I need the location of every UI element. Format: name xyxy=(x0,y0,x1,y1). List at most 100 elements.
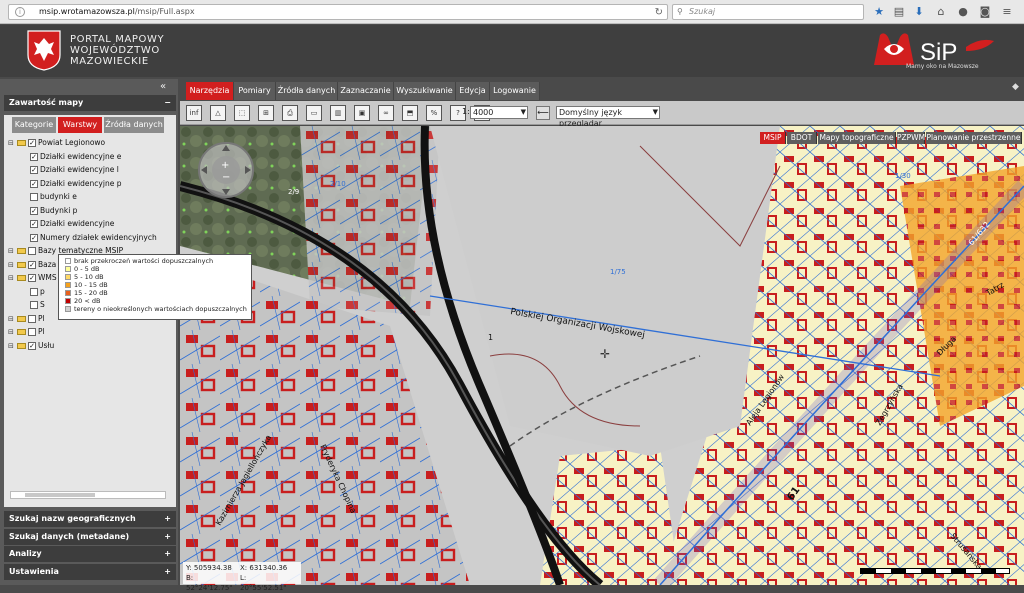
layer-tree-item[interactable]: ⊟ ✓ Baza xyxy=(8,259,56,271)
section-geonames[interactable]: Szukaj nazw geograficznych + xyxy=(4,511,176,527)
contents-header[interactable]: Zawartość mapy − xyxy=(4,95,176,111)
layer-tree-item[interactable]: p xyxy=(30,286,45,298)
layer-checkbox[interactable]: ✓ xyxy=(30,220,38,228)
tab-logowanie[interactable]: Logowanie xyxy=(490,82,540,100)
reading-list-icon[interactable]: ▤ xyxy=(892,5,906,19)
reload-icon[interactable]: ↻ xyxy=(655,6,663,20)
section-ustawienia[interactable]: Ustawienia + xyxy=(4,564,176,580)
layer-tree-item[interactable]: ✓ Działki ewidencyjne l xyxy=(30,164,119,176)
scale-select[interactable]: 4000 ▼ xyxy=(470,106,528,119)
maptab-bdot[interactable]: BDOT xyxy=(787,132,817,144)
layer-label: S xyxy=(40,300,45,309)
zoom-in-box-icon[interactable]: ⊞ xyxy=(258,105,274,121)
expand-toggle-icon[interactable]: ⊟ xyxy=(8,137,16,149)
layer-tree-item[interactable]: ⊟ Pl xyxy=(8,326,45,338)
layer-tree-item[interactable]: ✓ Działki ewidencyjne e xyxy=(30,151,121,163)
pan-zoom-control[interactable]: + − xyxy=(196,140,256,200)
export-icon[interactable]: ▣ xyxy=(354,105,370,121)
collapse-panel-icon[interactable]: « xyxy=(160,81,166,92)
map-canvas[interactable]: Polskiej Organizacji Wojskowej Zegrzyńsk… xyxy=(180,126,1024,585)
layer-tree-item[interactable]: ✓ Działki ewidencyjne xyxy=(30,218,114,230)
percent-icon[interactable]: % xyxy=(426,105,442,121)
tab-pomiary[interactable]: Pomiary xyxy=(234,82,276,100)
expand-icon[interactable]: + xyxy=(164,511,171,527)
pocket-icon[interactable]: ◙ xyxy=(978,5,992,19)
layer-checkbox[interactable]: ✓ xyxy=(28,274,36,282)
tab-narzedzia[interactable]: Narzędzia xyxy=(186,82,234,100)
layer-tree-item[interactable]: ⊟ Pl xyxy=(8,313,45,325)
select-icon[interactable]: ⬒ xyxy=(402,105,418,121)
info-tool-icon[interactable]: inf xyxy=(186,105,202,121)
maptab-planowanie[interactable]: Planowanie przestrzenne xyxy=(926,132,1022,144)
home-icon[interactable]: ⌂ xyxy=(934,5,948,19)
tab-zaznaczanie[interactable]: Zaznaczanie xyxy=(338,82,394,100)
maptab-msip[interactable]: MSIP xyxy=(760,132,786,144)
full-extent-icon[interactable]: ⬚ xyxy=(234,105,250,121)
chat-icon[interactable]: ● xyxy=(956,5,970,19)
layer-checkbox[interactable]: ✓ xyxy=(30,233,38,242)
legend-item: 20 < dB xyxy=(65,297,245,305)
expand-icon[interactable]: + xyxy=(164,546,171,562)
expand-toggle-icon[interactable]: ⊟ xyxy=(8,272,16,284)
section-analizy[interactable]: Analizy + xyxy=(4,546,176,562)
layer-checkbox[interactable] xyxy=(28,247,36,255)
cursor-crosshair-icon: ✛ xyxy=(600,347,610,361)
chart-icon[interactable]: ▥ xyxy=(330,105,346,121)
layer-tree-item[interactable]: ⊟ ✓ Usłu xyxy=(8,340,54,352)
legend-label: 5 - 10 dB xyxy=(74,273,104,281)
layer-tree-item[interactable]: budynki e xyxy=(30,191,77,203)
layer-label: budynki e xyxy=(40,192,77,201)
expand-icon[interactable]: + xyxy=(164,564,171,580)
layer-checkbox[interactable] xyxy=(30,301,38,309)
expand-toggle-icon[interactable]: ⊟ xyxy=(8,313,16,325)
layer-tree-item[interactable]: ⊟ ✓ Powiat Legionowo xyxy=(8,137,105,149)
layer-checkbox[interactable] xyxy=(30,287,38,296)
section-metadata[interactable]: Szukaj danych (metadane) + xyxy=(4,529,176,545)
menu-icon[interactable]: ≡ xyxy=(1000,5,1014,19)
layer-checkbox[interactable]: ✓ xyxy=(30,166,38,174)
subtab-warstwy[interactable]: Warstwy xyxy=(58,117,102,133)
layer-checkbox[interactable]: ✓ xyxy=(28,139,36,147)
layer-checkbox[interactable]: ✓ xyxy=(28,260,36,269)
browser-search-input[interactable]: ⚲ Szukaj xyxy=(672,4,864,20)
layer-tree-item[interactable]: ⊟ ✓ WMS xyxy=(8,272,57,284)
maptab-topo[interactable]: Mapy topograficzne xyxy=(818,132,896,144)
collapse-icon[interactable]: − xyxy=(164,95,171,111)
info-icon[interactable]: i xyxy=(15,7,25,17)
maptab-pzpwm[interactable]: PZPWM xyxy=(897,132,925,144)
layout-icon[interactable]: ▭ xyxy=(306,105,322,121)
link-icon[interactable]: ∞ xyxy=(378,105,394,121)
back-arrow-icon[interactable]: ⟵ xyxy=(536,106,550,120)
expand-toggle-icon[interactable]: ⊟ xyxy=(8,259,16,271)
expand-toggle-icon[interactable]: ⊟ xyxy=(8,340,16,352)
coord-l: L: 20°55'52.51" xyxy=(240,574,287,592)
expand-toggle-icon[interactable]: ⊟ xyxy=(8,326,16,338)
expand-icon[interactable]: + xyxy=(164,529,171,545)
address-bar[interactable]: i msip.wrotamazowsza.pl/msip/Full.aspx ↻ xyxy=(8,4,668,20)
tab-wyszukiwanie[interactable]: Wyszukiwanie xyxy=(394,82,456,100)
horizontal-scrollbar[interactable] xyxy=(10,491,166,499)
layer-checkbox[interactable] xyxy=(30,193,38,201)
layer-checkbox[interactable]: ✓ xyxy=(28,341,36,350)
folder-icon xyxy=(17,248,26,254)
layer-tree-item[interactable]: ✓ Działki ewidencyjne p xyxy=(30,178,121,190)
layer-checkbox[interactable] xyxy=(28,328,36,336)
tab-zrodla-danych[interactable]: Źródła danych xyxy=(276,82,338,100)
language-select[interactable]: Domyślny język przeglądar ▼ xyxy=(556,106,660,128)
layer-checkbox[interactable]: ✓ xyxy=(30,206,38,215)
layer-tree-item[interactable]: ✓ Numery działek ewidencyjnych xyxy=(30,232,157,244)
expand-toggle-icon[interactable]: ⊟ xyxy=(8,245,16,257)
download-icon[interactable]: ⬇ xyxy=(912,5,926,19)
layer-tree-item[interactable]: ✓ Budynki p xyxy=(30,205,77,217)
print-icon[interactable]: ⎙ xyxy=(282,105,298,121)
measure-triangle-icon[interactable]: △ xyxy=(210,105,226,121)
subtab-kategorie[interactable]: Kategorie xyxy=(12,117,56,133)
subtab-zrodla-danych[interactable]: Źródła danych xyxy=(104,117,164,133)
tab-edycja[interactable]: Edycja xyxy=(456,82,490,100)
layer-tree-item[interactable]: S xyxy=(30,299,45,311)
bookmark-star-icon[interactable]: ★ xyxy=(872,5,886,19)
layer-checkbox[interactable] xyxy=(28,314,36,323)
layer-checkbox[interactable]: ✓ xyxy=(30,152,38,161)
layer-checkbox[interactable]: ✓ xyxy=(30,179,38,188)
expand-header-icon[interactable]: ◆ xyxy=(1012,82,1019,92)
